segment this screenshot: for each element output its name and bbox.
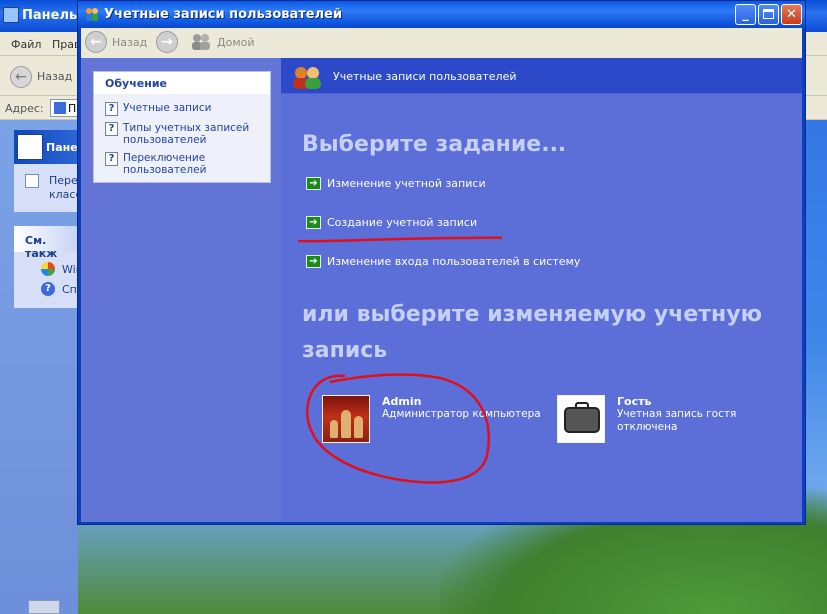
windows-update-icon <box>41 262 55 276</box>
home-users-icon[interactable] <box>190 33 212 51</box>
green-arrow-icon: ➔ <box>306 177 321 190</box>
user-accounts-header-icon <box>293 67 321 89</box>
suitcase-avatar[interactable] <box>557 395 605 443</box>
task-change-logon[interactable]: ➔ Изменение входа пользователей в систем… <box>306 255 580 268</box>
desktop-computer-icon[interactable] <box>28 600 60 614</box>
user-accounts-window: Учетные записи пользователей _ ✕ ← Назад… <box>77 0 806 525</box>
task-change-account[interactable]: ➔ Изменение учетной записи <box>306 177 486 190</box>
learn-link-switching[interactable]: ? Переключение пользователей <box>105 152 263 176</box>
control-panel-task-pane: Панел Переі класс <box>14 130 86 212</box>
main-pane-header: Учетные записи пользователей <box>281 58 802 94</box>
forward-arrow-icon[interactable]: → <box>156 31 178 53</box>
menu-file[interactable]: Файл <box>11 38 41 51</box>
pick-task-heading: Выберите задание... <box>302 132 567 157</box>
minimize-button[interactable]: _ <box>735 4 756 25</box>
back-arrow-icon[interactable]: ← <box>85 31 107 53</box>
home-button-label[interactable]: Домой <box>217 36 255 49</box>
user-accounts-titlebar[interactable]: Учетные записи пользователей _ ✕ <box>78 1 805 28</box>
chess-pieces-avatar[interactable] <box>322 395 370 443</box>
maximize-button[interactable] <box>758 4 779 25</box>
back-button-label[interactable]: Назад <box>37 70 72 83</box>
task-label[interactable]: Изменение входа пользователей в систему <box>327 255 580 268</box>
learn-link-label[interactable]: Учетные записи <box>123 102 263 116</box>
learn-link-account-types[interactable]: ? Типы учетных записей пользователей <box>105 122 263 146</box>
user-accounts-toolbar: ← Назад → Домой <box>81 28 802 58</box>
task-create-account[interactable]: ➔ Создание учетной записи <box>306 216 477 229</box>
see-also-pane: См. такж Windo ? Справ <box>14 226 97 308</box>
close-button[interactable]: ✕ <box>781 4 802 25</box>
help-icon: ? <box>105 122 118 136</box>
user-accounts-icon <box>86 8 98 21</box>
learn-about-box: Обучение ? Учетные записи ? Типы учетных… <box>93 71 271 183</box>
task-pane-header[interactable]: Панел <box>14 130 86 164</box>
green-arrow-icon: ➔ <box>306 216 321 229</box>
account-description: Учетная запись гостя отключена <box>617 408 737 433</box>
left-pane: Обучение ? Учетные записи ? Типы учетных… <box>81 58 281 522</box>
learn-link-label[interactable]: Переключение пользователей <box>123 152 263 176</box>
maximize-icon <box>763 9 774 19</box>
account-name[interactable]: Admin <box>382 395 541 408</box>
see-also-header[interactable]: См. такж <box>14 226 78 260</box>
help-icon: ? <box>105 102 118 116</box>
suitcase-icon <box>564 407 600 433</box>
account-info: Admin Администратор компьютера <box>382 395 541 443</box>
account-info: Гость Учетная запись гостя отключена <box>617 395 747 443</box>
chess-piece <box>330 420 338 438</box>
account-description: Администратор компьютера <box>382 408 541 420</box>
back-arrow-icon[interactable]: ← <box>10 66 32 88</box>
main-pane-title: Учетные записи пользователей <box>333 70 517 83</box>
help-icon: ? <box>105 152 118 166</box>
learn-link-label[interactable]: Типы учетных записей пользователей <box>123 122 263 146</box>
back-button-label[interactable]: Назад <box>112 36 147 49</box>
folder-icon <box>54 102 66 114</box>
see-also-title: См. такж <box>25 234 58 260</box>
chess-piece <box>354 416 363 438</box>
main-pane: Учетные записи пользователей Выберите за… <box>281 58 802 522</box>
account-admin[interactable]: Admin Администратор компьютера <box>322 395 541 443</box>
task-label[interactable]: Изменение учетной записи <box>327 177 486 190</box>
task-label[interactable]: Создание учетной записи <box>327 216 477 229</box>
chess-piece <box>341 410 351 438</box>
account-name[interactable]: Гость <box>617 395 747 408</box>
switch-view-icon <box>25 174 39 188</box>
user-accounts-body: Обучение ? Учетные записи ? Типы учетных… <box>81 58 802 522</box>
learn-link-accounts[interactable]: ? Учетные записи <box>105 102 263 116</box>
green-arrow-icon: ➔ <box>306 255 321 268</box>
help-icon: ? <box>41 282 55 296</box>
control-panel-checklist-icon <box>17 134 43 160</box>
window-title: Учетные записи пользователей <box>104 7 343 22</box>
learn-about-title: Обучение <box>105 77 167 90</box>
control-panel-icon <box>3 7 19 23</box>
account-guest[interactable]: Гость Учетная запись гостя отключена <box>557 395 747 443</box>
learn-about-header: Обучение <box>94 72 270 94</box>
pick-account-heading: или выберите изменяемую учетную запись <box>302 302 762 363</box>
address-label: Адрес: <box>5 102 44 115</box>
